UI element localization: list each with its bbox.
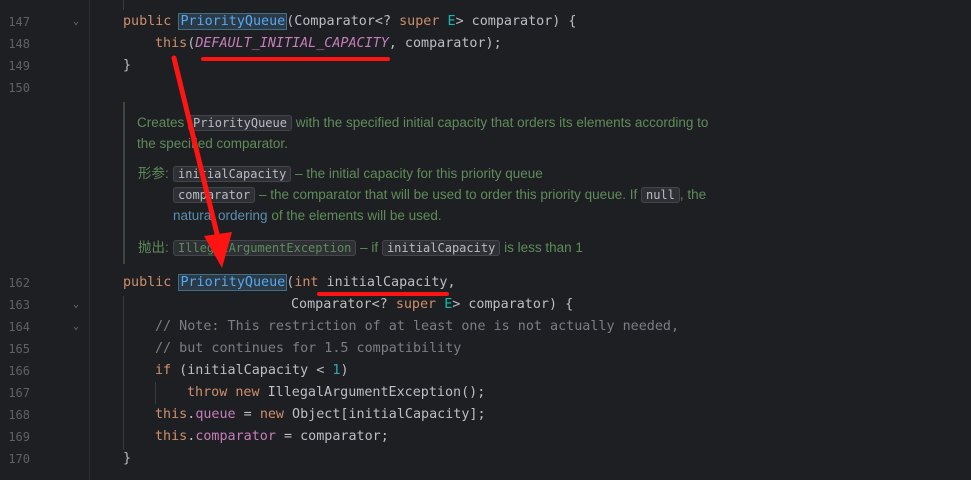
annotation-arrow-icon — [171, 55, 232, 268]
